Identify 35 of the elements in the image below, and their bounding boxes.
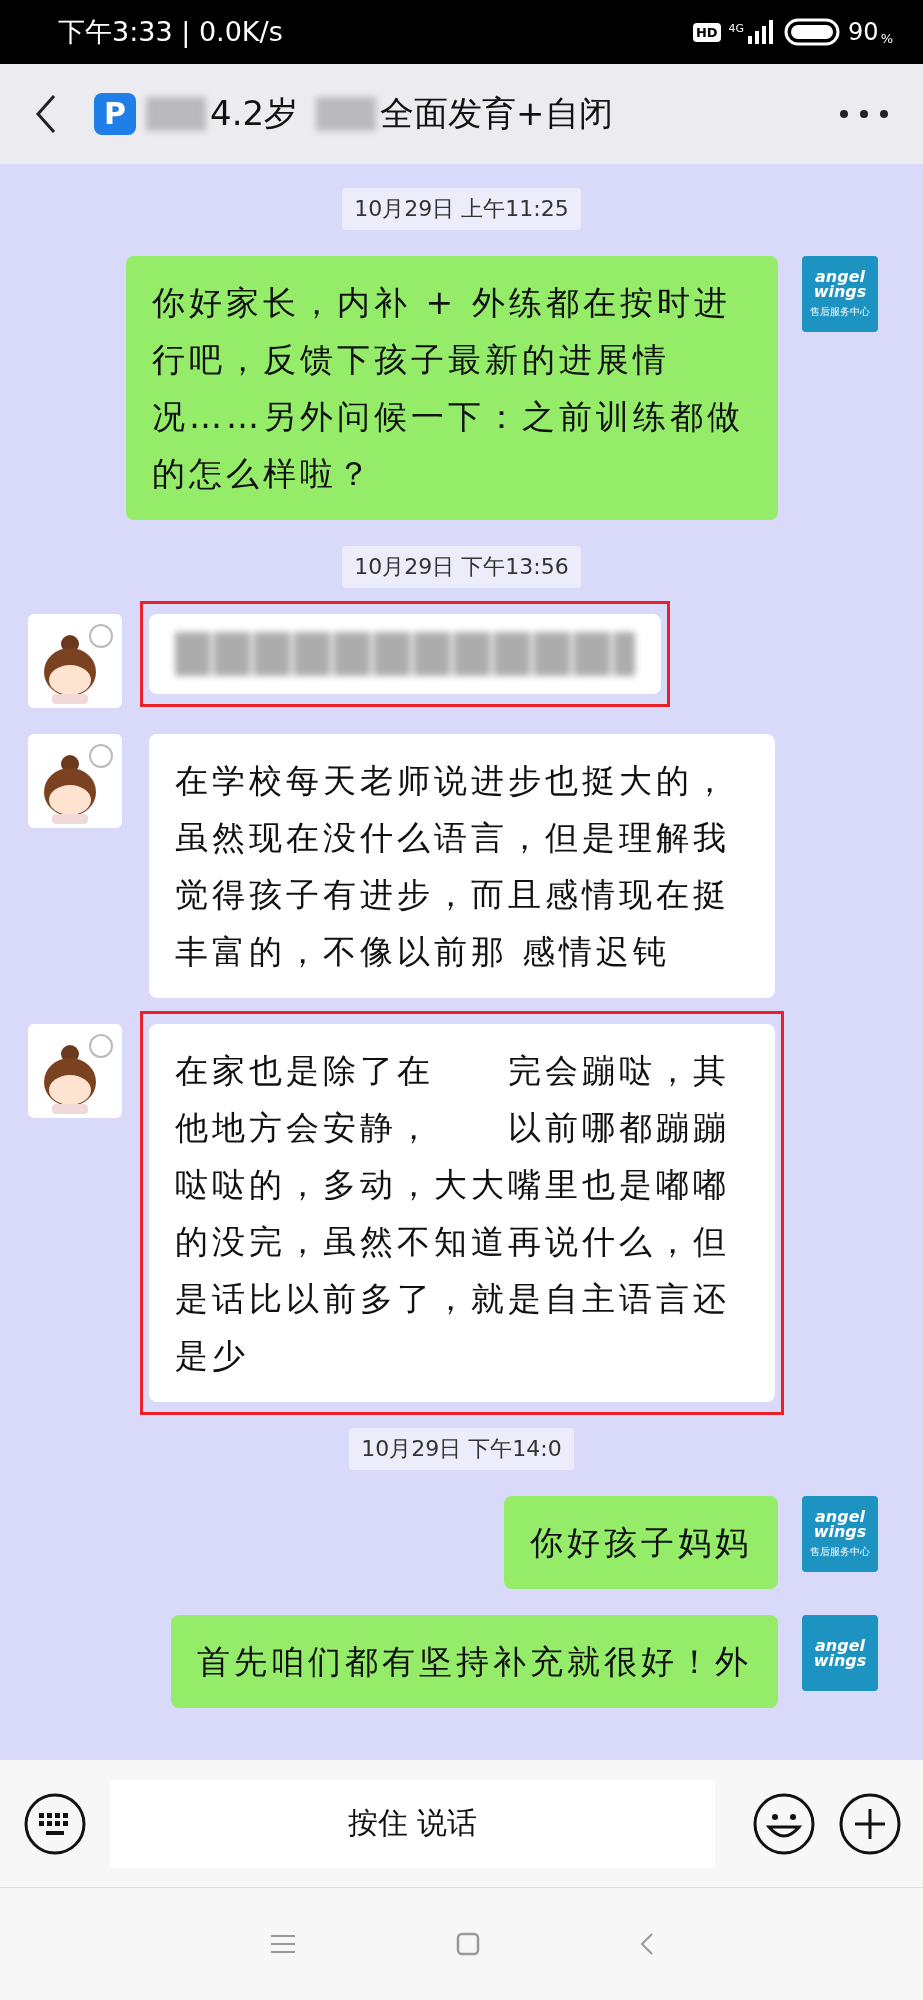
back-icon[interactable] [34,94,58,134]
message-timestamp: 10月29日 下午14:0 [349,1428,574,1470]
network-label: 4G [728,22,745,35]
chat-title: 全面发育+自闭 [380,92,613,135]
logo-text: angel [815,1638,865,1653]
logo-text: angel [815,1509,865,1524]
keyboard-icon[interactable] [24,1792,86,1855]
logo-caption: 售后服务中心 [810,1545,870,1559]
menu-icon[interactable] [269,1934,296,1954]
logo-text: angel [815,269,865,284]
p-badge: P [94,93,136,135]
logo-text: wings [813,1524,867,1539]
message-text: 你好孩子妈妈 [530,1522,752,1564]
redacted-name [146,97,206,131]
message-text: 在家也是除了在 完会蹦哒，其他地方会安静， 以前哪都蹦蹦哒哒的，多动，大大嘴里也是嘟嘟的没完，虽然不知道再说什么，但是话比以前多了，就是自主语言还是少 [175,1050,731,1377]
status-time: 下午3:33 | 0.0K/s [58,15,283,50]
message-text: 在学校每天老师说进步也挺大的，虽然现在没什么语言，但是理解我觉得孩子有进步，而且感情现在挺丰富的，不像以前那 感情迟钝 [175,760,731,973]
more-icon[interactable] [839,109,889,119]
home-icon[interactable] [455,1932,480,1956]
hd-badge: HD [692,22,721,42]
message-text: 首先咱们都有坚持补充就很好！外 [197,1641,752,1683]
message-timestamp: 10月29日 上午11:25 [342,188,581,230]
logo-text: wings [813,1653,867,1668]
logo-caption: 售后服务中心 [810,305,870,319]
emoji-icon[interactable] [753,1792,815,1855]
battery-percent: 90 [848,18,879,46]
message-timestamp: 10月29日 下午13:56 [342,546,581,588]
battery-icon [784,18,841,46]
plus-icon[interactable] [839,1792,901,1855]
message-text: 你好家长，内补 + 外练都在按时进行吧，反馈下孩子最新的进展情况……另外问候一下：之前训练都做的怎么样啦？ [152,282,745,495]
hold-to-talk-button[interactable]: 按住 说话 [110,1779,715,1868]
chat-title: 4.2岁 [210,92,299,135]
percent-sign: % [880,31,893,46]
redacted-name [316,97,377,131]
logo-text: wings [813,284,867,299]
